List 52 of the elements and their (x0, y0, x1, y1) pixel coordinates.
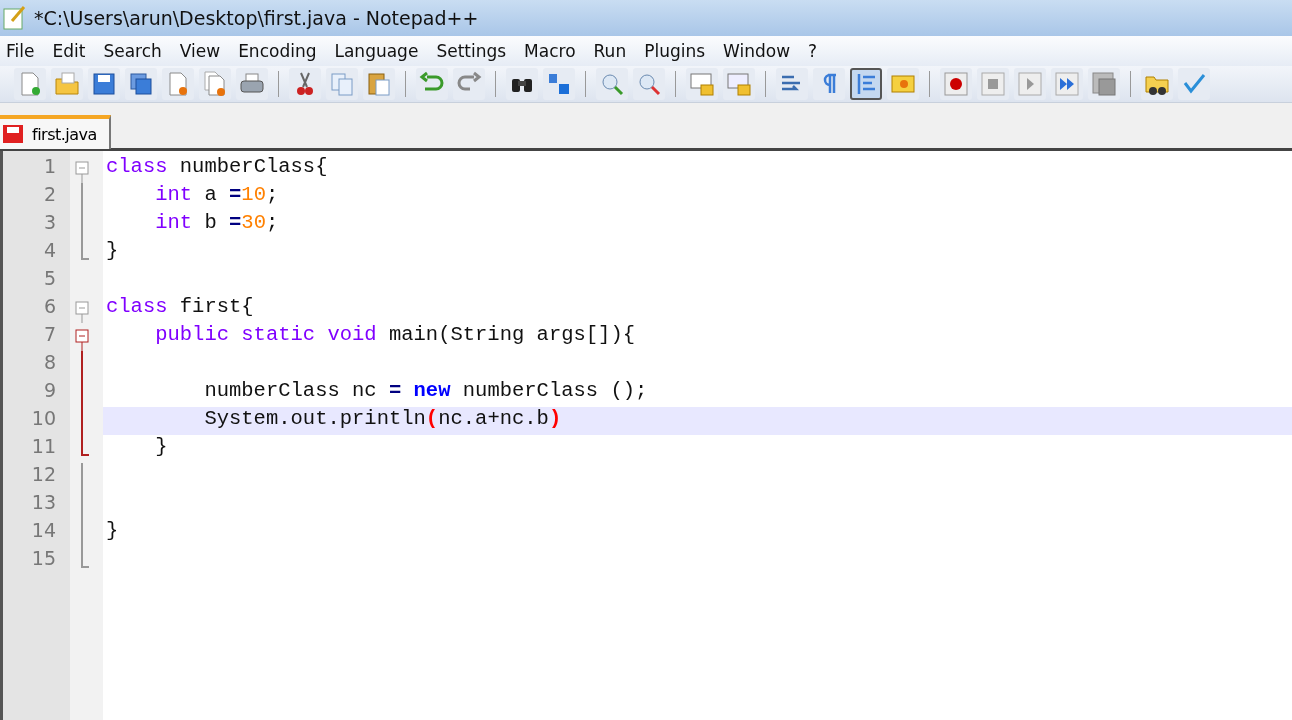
code-line: numberClass nc = new numberClass (); (203, 379, 648, 404)
line-number: 15 (30, 547, 57, 571)
line-number: 3 (42, 211, 57, 235)
paste-icon (366, 71, 392, 97)
stop-icon (980, 71, 1006, 97)
code-line: } (106, 519, 119, 544)
line-number: 13 (30, 491, 57, 515)
menu-item[interactable]: Plugins (638, 41, 712, 61)
menu-item[interactable]: File (0, 41, 41, 61)
notepad-icon (2, 5, 26, 31)
menu-item[interactable]: Run (587, 41, 633, 61)
code-line: System.out.println(nc.a+nc.b) (203, 407, 562, 432)
line-number: 5 (42, 267, 57, 291)
folder-icon (54, 71, 80, 97)
line-number: 10 (30, 407, 57, 431)
line-number: 8 (42, 351, 57, 375)
zoom-out-icon (636, 71, 662, 97)
menu-item[interactable]: Edit (46, 41, 92, 61)
play-icon (1017, 71, 1043, 97)
menu-item[interactable]: Settings (430, 41, 513, 61)
code-line: int a =10; (154, 183, 279, 208)
menu-item[interactable]: ? (802, 41, 824, 61)
fast-forward-icon (1054, 71, 1080, 97)
window-title: *C:\Users\arun\Desktop\first.java - Notepad++ (34, 7, 479, 29)
code-line: } (106, 239, 119, 264)
code-line: class first{ (106, 295, 254, 320)
menu-item[interactable]: Window (717, 41, 797, 61)
copy-icon (329, 71, 355, 97)
line-number: 7 (42, 323, 57, 347)
line-number: 12 (30, 463, 57, 487)
menu-item[interactable]: Search (97, 41, 168, 61)
menu-item[interactable]: Macro (518, 41, 582, 61)
zoom-in-icon (599, 71, 625, 97)
close-all-icon (202, 71, 228, 97)
line-number: 4 (42, 239, 57, 263)
code-line: class numberClass{ (106, 155, 328, 180)
save-all-icon (128, 71, 154, 97)
line-number: 6 (42, 295, 57, 319)
line-number: 14 (30, 519, 57, 543)
menu-item[interactable]: Language (328, 41, 425, 61)
menu-item[interactable]: View (173, 41, 227, 61)
line-number: 11 (30, 435, 57, 459)
code-line: int b =30; (154, 211, 279, 236)
menu-item[interactable]: Encoding (232, 41, 323, 61)
line-number: 2 (42, 183, 57, 207)
record-icon (943, 71, 969, 97)
save-icon (91, 71, 117, 97)
line-number: 1 (42, 155, 57, 179)
code-line: } (154, 435, 168, 460)
code-line: public static void main(String args[]){ (154, 323, 635, 348)
line-number: 9 (42, 379, 57, 403)
file-tab[interactable]: first.java (0, 115, 111, 149)
